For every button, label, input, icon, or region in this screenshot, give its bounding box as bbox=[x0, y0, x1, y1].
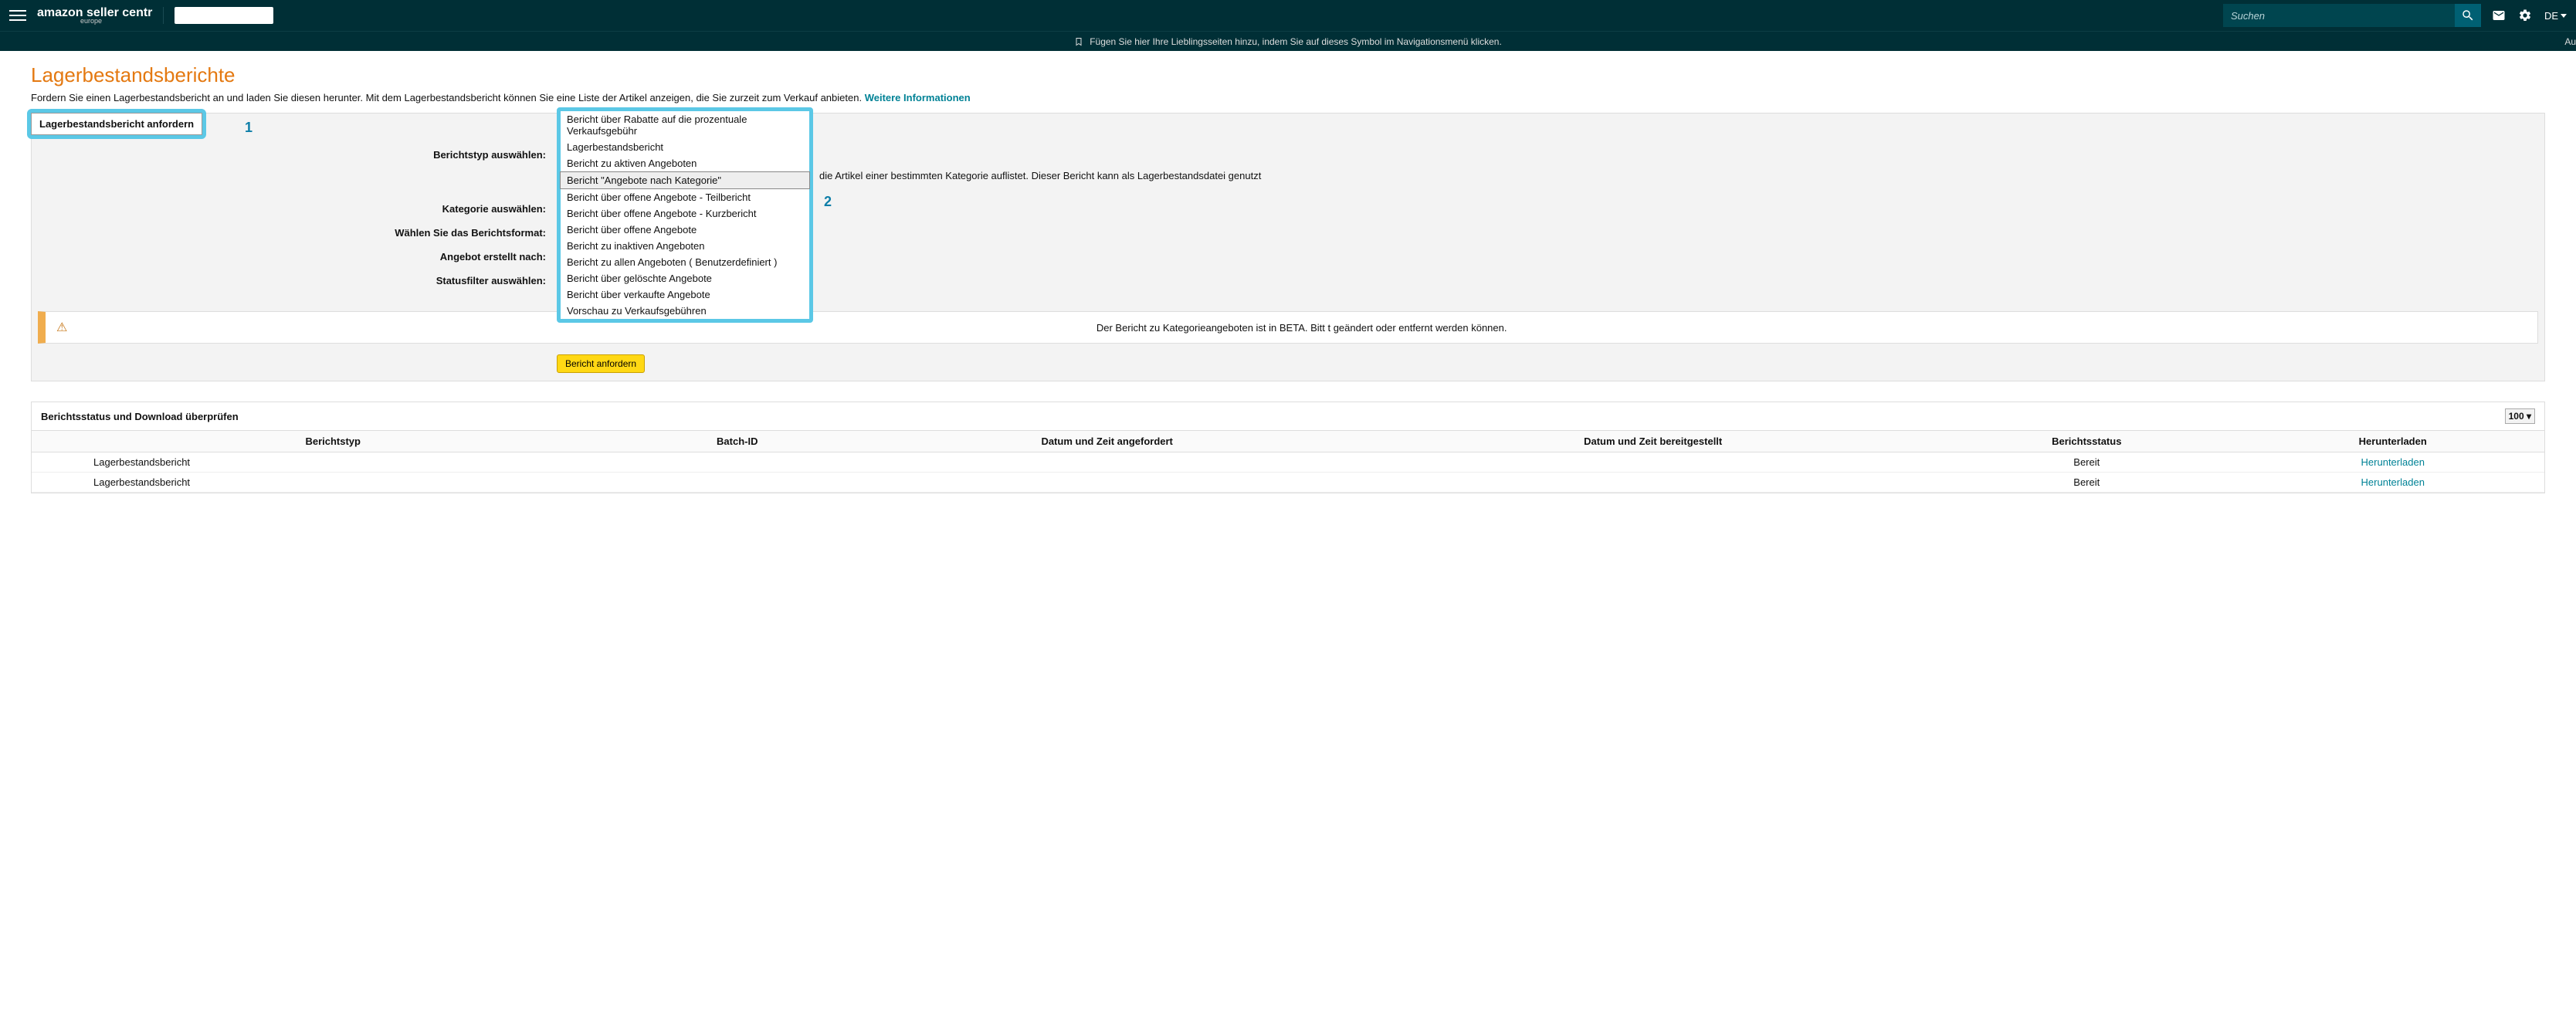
table-cell: Lagerbestandsbericht bbox=[32, 473, 634, 493]
table-cell bbox=[840, 452, 1374, 473]
request-report-button[interactable]: Bericht anfordern bbox=[557, 354, 645, 373]
label-format: Wählen Sie das Berichtsformat: bbox=[32, 225, 557, 239]
dropdown-option[interactable]: Lagerbestandsbericht bbox=[561, 139, 809, 155]
table-cell bbox=[634, 452, 840, 473]
mail-icon[interactable] bbox=[2492, 8, 2506, 22]
divider bbox=[163, 7, 164, 24]
bookmark-right-cut: Au bbox=[2564, 36, 2576, 47]
search-icon bbox=[2461, 8, 2475, 22]
bookmark-text: Fügen Sie hier Ihre Lieblingsseiten hinz… bbox=[1090, 36, 1502, 47]
report-type-dropdown[interactable]: Bericht über Rabatte auf die prozentuale… bbox=[557, 107, 813, 323]
table-cell: Lagerbestandsbericht bbox=[32, 452, 634, 473]
brand-slot[interactable] bbox=[175, 7, 273, 24]
beta-alert: ⚠ Der Bericht zu Kategorieangeboten ist … bbox=[38, 311, 2538, 344]
table-header: Datum und Zeit angefordert bbox=[840, 431, 1374, 452]
header-right: DE bbox=[2492, 8, 2567, 22]
table-cell: Herunterladen bbox=[2241, 473, 2544, 493]
label-status-filter: Statusfilter auswählen: bbox=[32, 273, 557, 286]
table-cell bbox=[1374, 452, 1932, 473]
bookmark-bar: Fügen Sie hier Ihre Lieblingsseiten hinz… bbox=[0, 31, 2576, 51]
table-header: Berichtstyp bbox=[32, 431, 634, 452]
download-link[interactable]: Herunterladen bbox=[2361, 456, 2425, 468]
more-info-link[interactable]: Weitere Informationen bbox=[865, 92, 971, 103]
form-rows: Bericht über Rabatte auf die prozentuale… bbox=[32, 114, 2544, 307]
dropdown-option[interactable]: Bericht über gelöschte Angebote bbox=[561, 270, 809, 286]
table-cell bbox=[634, 473, 840, 493]
search-bar bbox=[2223, 4, 2481, 27]
table-cell bbox=[840, 473, 1374, 493]
dropdown-option[interactable]: Bericht zu aktiven Angeboten bbox=[561, 155, 809, 171]
dropdown-option[interactable]: Bericht über verkaufte Angebote bbox=[561, 286, 809, 303]
menu-icon[interactable] bbox=[9, 7, 26, 24]
table-header: Datum und Zeit bereitgestellt bbox=[1374, 431, 1932, 452]
table-header: Batch-ID bbox=[634, 431, 840, 452]
page-subtext: Fordern Sie einen Lagerbestandsbericht a… bbox=[31, 92, 2545, 103]
dropdown-option[interactable]: Bericht über offene Angebote bbox=[561, 222, 809, 238]
dropdown-option[interactable]: Bericht "Angebote nach Kategorie" bbox=[560, 171, 810, 189]
bookmark-icon[interactable] bbox=[1074, 36, 1083, 47]
page-size-select[interactable]: 100 ▾ bbox=[2505, 408, 2535, 424]
dropdown-option[interactable]: Vorschau zu Verkaufsgebühren bbox=[561, 303, 809, 319]
label-category: Kategorie auswählen: bbox=[32, 202, 557, 215]
label-report-type: Berichtstyp auswählen: bbox=[32, 147, 557, 161]
gear-icon[interactable] bbox=[2518, 8, 2532, 22]
warning-icon: ⚠ bbox=[56, 320, 67, 335]
page-title: Lagerbestandsberichte bbox=[31, 63, 2545, 87]
report-desc-tail: die Artikel einer bestimmten Kategorie a… bbox=[819, 168, 1261, 181]
status-heading: Berichtsstatus und Download überprüfen bbox=[41, 411, 239, 422]
dropdown-option[interactable]: Bericht zu allen Angeboten ( Benutzerdef… bbox=[561, 254, 809, 270]
subtext-body: Fordern Sie einen Lagerbestandsbericht a… bbox=[31, 92, 865, 103]
search-input[interactable] bbox=[2223, 4, 2455, 27]
table-cell bbox=[1374, 473, 1932, 493]
table-cell: Herunterladen bbox=[2241, 452, 2544, 473]
language-label: DE bbox=[2544, 10, 2558, 22]
label-created-after: Angebot erstellt nach: bbox=[32, 249, 557, 263]
dropdown-option[interactable]: Bericht zu inaktiven Angeboten bbox=[561, 238, 809, 254]
page-size-value: 100 bbox=[2509, 411, 2524, 422]
chevron-down-icon bbox=[2561, 14, 2567, 18]
search-button[interactable] bbox=[2455, 4, 2481, 27]
dropdown-option[interactable]: Bericht über Rabatte auf die prozentuale… bbox=[561, 111, 809, 139]
dropdown-option[interactable]: Bericht über offene Angebote - Teilberic… bbox=[561, 189, 809, 205]
table-header: Herunterladen bbox=[2241, 431, 2544, 452]
language-selector[interactable]: DE bbox=[2544, 10, 2567, 22]
request-panel: Lagerbestandsbericht anfordern 1 2 Beric… bbox=[31, 113, 2545, 381]
table-cell: Bereit bbox=[1932, 452, 2241, 473]
status-section: Berichtsstatus und Download überprüfen 1… bbox=[31, 402, 2545, 493]
table-row: Lagerbestandsbericht Bereit Herunterladen bbox=[32, 473, 2544, 493]
logo[interactable]: amazon seller centr europe bbox=[37, 7, 152, 25]
download-link[interactable]: Herunterladen bbox=[2361, 476, 2425, 488]
status-table: BerichtstypBatch-IDDatum und Zeit angefo… bbox=[32, 430, 2544, 493]
alert-text: Der Bericht zu Kategorieangeboten ist in… bbox=[76, 322, 2527, 334]
table-header: Berichtsstatus bbox=[1932, 431, 2241, 452]
table-row: Lagerbestandsbericht Bereit Herunterladen bbox=[32, 452, 2544, 473]
logo-subtext: europe bbox=[80, 18, 102, 25]
top-header: amazon seller centr europe DE bbox=[0, 0, 2576, 31]
table-cell: Bereit bbox=[1932, 473, 2241, 493]
main-content: Lagerbestandsberichte Fordern Sie einen … bbox=[0, 51, 2576, 493]
dropdown-option[interactable]: Bericht über offene Angebote - Kurzberic… bbox=[561, 205, 809, 222]
